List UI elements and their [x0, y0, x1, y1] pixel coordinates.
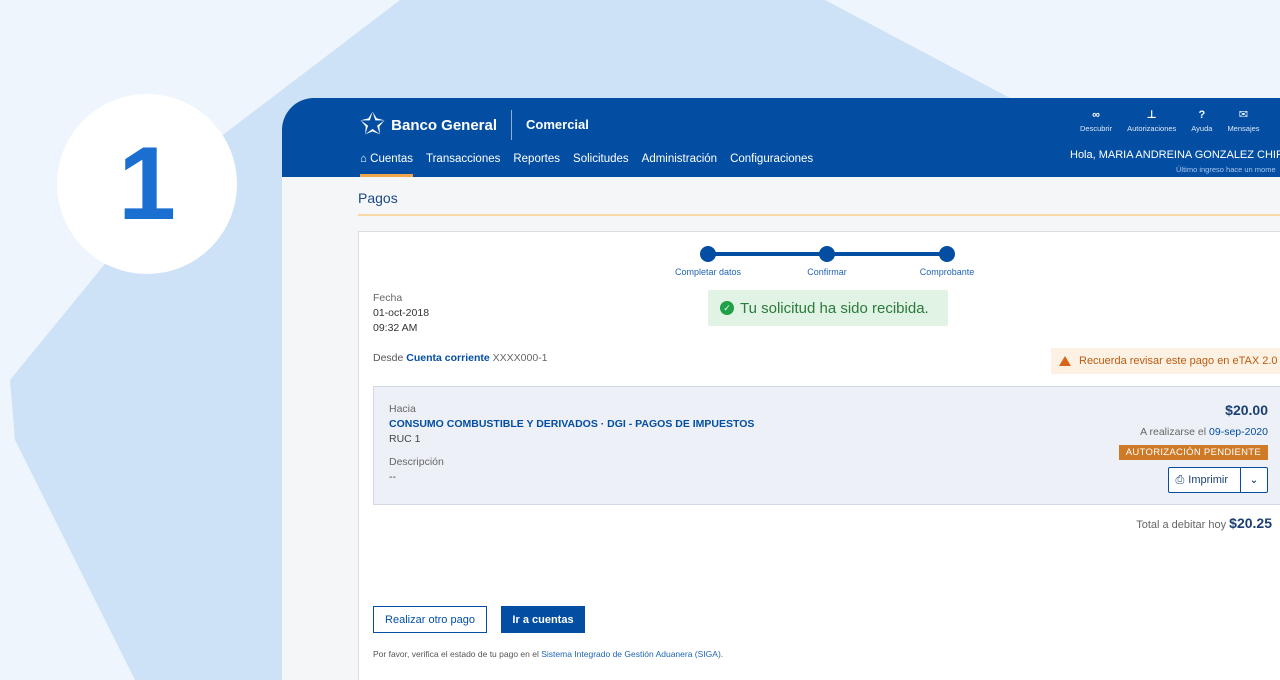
- main-nav: ⌂ Cuentas Transacciones Reportes Solicit…: [360, 151, 826, 177]
- progress-stepper: Completar datos Confirmar Comprobante: [659, 244, 974, 284]
- fecha-date: 01-oct-2018: [373, 307, 430, 319]
- nav-item-administracion[interactable]: Administración: [642, 151, 717, 177]
- print-button-group: ⎙ Imprimir ⌄: [1168, 467, 1268, 493]
- printer-icon: ⎙: [1175, 473, 1185, 486]
- description-label: Descripción: [389, 456, 444, 468]
- etax-warning: Recuerda revisar este pago en eTAX 2.0: [1051, 348, 1280, 374]
- recipient-name: CONSUMO COMBUSTIBLE Y DERIVADOS · DGI - …: [389, 418, 755, 430]
- star-logo-icon: ✩: [360, 108, 386, 141]
- payment-amount: $20.00: [1225, 402, 1268, 418]
- brand-name: Banco General: [391, 116, 498, 134]
- tool-ayuda[interactable]: ? Ayuda: [1191, 108, 1212, 133]
- stepper-dot-3: [939, 246, 955, 262]
- binoculars-icon: ∞: [1092, 109, 1100, 121]
- print-button[interactable]: ⎙ Imprimir: [1168, 467, 1241, 493]
- schedule-info: A realizarse el 09-sep-2020: [1140, 426, 1268, 438]
- title-divider: [358, 214, 1280, 216]
- siga-link[interactable]: Sistema Integrado de Gestión Aduanera (S…: [541, 649, 721, 659]
- source-account: Desde Cuenta corriente XXXX000-1: [373, 352, 548, 364]
- nav-item-transacciones[interactable]: Transacciones: [426, 151, 500, 177]
- nav-item-configuraciones[interactable]: Configuraciones: [730, 151, 813, 177]
- nav-item-cuentas[interactable]: ⌂ Cuentas: [360, 151, 413, 177]
- brand-divider: [511, 110, 513, 140]
- step-number-circle: 1: [57, 94, 237, 274]
- tool-mensajes[interactable]: ✉ Mensajes: [1227, 108, 1259, 133]
- hacia-label: Hacia: [389, 403, 416, 415]
- schedule-date: 09-sep-2020: [1209, 426, 1268, 438]
- check-circle-icon: ✓: [720, 301, 734, 315]
- stepper-label-completar: Completar datos: [674, 267, 742, 277]
- stepper-dot-2: [819, 246, 835, 262]
- brand-subtitle: Comercial: [526, 116, 589, 132]
- stepper-label-comprobante: Comprobante: [919, 267, 975, 277]
- total-debit-value: $20.25: [1229, 515, 1272, 531]
- page-title: Pagos: [358, 190, 398, 206]
- tool-autorizaciones[interactable]: ⊥ Autorizaciones: [1127, 108, 1176, 133]
- nav-item-reportes[interactable]: Reportes: [513, 151, 560, 177]
- print-dropdown-toggle[interactable]: ⌄: [1241, 467, 1268, 493]
- recipient-ruc: RUC 1: [389, 433, 421, 445]
- header-tools: ∞ Descubrir ⊥ Autorizaciones ? Ayuda ✉ M…: [1080, 108, 1275, 133]
- brand-logo[interactable]: ✩ Banco General Comercial: [360, 110, 589, 140]
- source-account-type: Cuenta corriente: [406, 352, 490, 364]
- top-navigation-bar: ✩ Banco General Comercial ⌂ Cuentas Tran…: [282, 98, 1280, 177]
- fecha-label: Fecha: [373, 292, 403, 304]
- org-chart-icon: ⊥: [1146, 109, 1157, 121]
- tool-descubrir[interactable]: ∞ Descubrir: [1080, 108, 1112, 133]
- go-to-accounts-button[interactable]: Ir a cuentas: [501, 606, 585, 633]
- siga-footnote: Por favor, verifica el estado de tu pago…: [373, 649, 724, 659]
- total-debit: Total a debitar hoy $20.25: [1136, 515, 1272, 531]
- success-message: Tu solicitud ha sido recibida.: [740, 299, 929, 317]
- warning-icon: [1059, 356, 1071, 366]
- payment-detail-panel: Hacia CONSUMO COMBUSTIBLE Y DERIVADOS · …: [373, 386, 1280, 505]
- other-payment-button[interactable]: Realizar otro pago: [373, 606, 487, 633]
- source-account-number: XXXX000-1: [492, 352, 548, 364]
- home-icon: ⌂: [360, 153, 371, 165]
- nav-item-solicitudes[interactable]: Solicitudes: [573, 151, 629, 177]
- stepper-label-confirmar: Confirmar: [807, 267, 847, 277]
- chevron-down-icon: ⌄: [1249, 474, 1259, 486]
- question-icon: ?: [1198, 109, 1206, 121]
- description-value: --: [389, 471, 396, 483]
- stepper-dot-1: [700, 246, 716, 262]
- user-greeting[interactable]: Hola, MARIA ANDREINA GONZALEZ CHIRIN: [1070, 149, 1280, 161]
- payment-receipt-card: Completar datos Confirmar Comprobante ✓ …: [358, 231, 1280, 680]
- step-number: 1: [118, 126, 176, 242]
- envelope-icon: ✉: [1238, 109, 1249, 121]
- banking-app-window: ✩ Banco General Comercial ⌂ Cuentas Tran…: [282, 98, 1280, 680]
- fecha-time: 09:32 AM: [373, 322, 418, 334]
- success-alert: ✓ Tu solicitud ha sido recibida.: [708, 290, 948, 326]
- last-login: Último ingreso hace un mome: [1176, 165, 1276, 174]
- status-badge: AUTORIZACIÓN PENDIENTE: [1118, 445, 1268, 460]
- warning-text: Recuerda revisar este pago en eTAX 2.0: [1079, 355, 1278, 367]
